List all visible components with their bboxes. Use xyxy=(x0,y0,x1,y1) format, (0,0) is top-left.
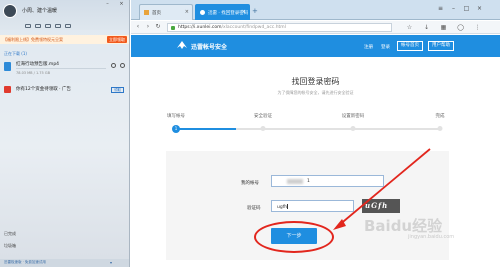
watermark: Baidu经验 xyxy=(364,217,443,235)
watermark-url: jingyan.baidu.com xyxy=(408,234,455,240)
